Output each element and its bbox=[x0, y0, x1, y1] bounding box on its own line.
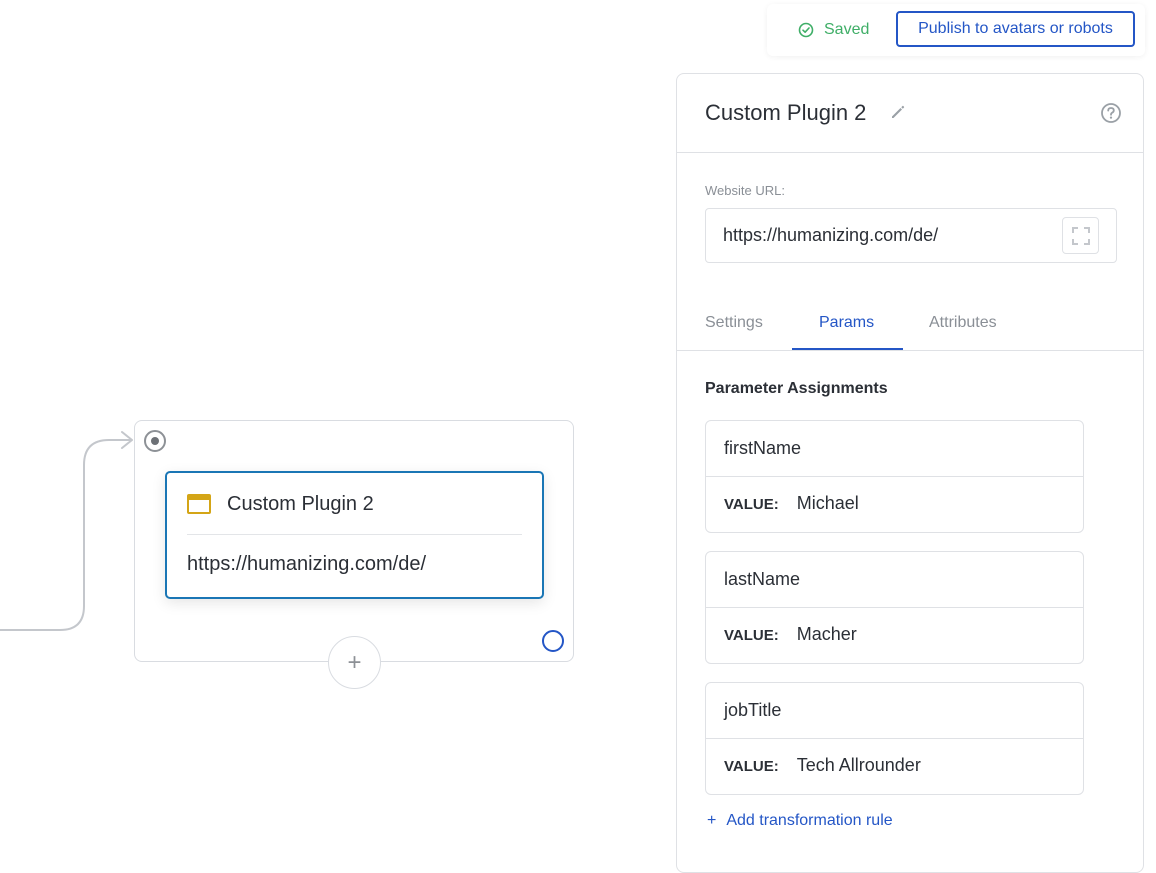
fullscreen-icon bbox=[1071, 226, 1090, 245]
add-rule-label: Add transformation rule bbox=[726, 812, 893, 829]
pencil-icon[interactable] bbox=[889, 103, 907, 121]
param-value-label: VALUE: bbox=[724, 758, 779, 775]
expand-button[interactable] bbox=[1062, 217, 1099, 254]
param-name: firstName bbox=[706, 421, 1083, 477]
panel-header: Custom Plugin 2 bbox=[677, 74, 1143, 153]
tab-params[interactable]: Params bbox=[819, 314, 874, 332]
panel-tabs: Settings Params Attributes bbox=[677, 299, 1143, 351]
website-url-label: Website URL: bbox=[705, 183, 785, 198]
param-value: Michael bbox=[796, 493, 859, 513]
top-status-bar: Saved Publish to avatars or robots bbox=[767, 4, 1145, 56]
section-title: Parameter Assignments bbox=[705, 380, 888, 397]
plus-icon: + bbox=[347, 648, 362, 676]
tab-attributes[interactable]: Attributes bbox=[929, 314, 997, 332]
website-url-value: https://humanizing.com/de/ bbox=[723, 225, 939, 245]
node-title: Custom Plugin 2 bbox=[227, 493, 374, 515]
plus-icon: + bbox=[707, 812, 717, 829]
param-card: lastName VALUE: Macher bbox=[705, 551, 1084, 664]
flow-node-frame: Custom Plugin 2 https://humanizing.com/d… bbox=[134, 420, 574, 689]
param-value-row[interactable]: VALUE: Macher bbox=[724, 624, 857, 645]
param-value: Macher bbox=[796, 624, 857, 644]
param-value-row[interactable]: VALUE: Michael bbox=[724, 493, 859, 514]
publish-button[interactable]: Publish to avatars or robots bbox=[896, 11, 1135, 47]
browser-window-icon bbox=[187, 494, 211, 514]
node-output-port[interactable] bbox=[542, 630, 564, 652]
add-node-button[interactable]: + bbox=[328, 636, 381, 689]
check-circle-icon bbox=[798, 22, 814, 38]
param-value-label: VALUE: bbox=[724, 496, 779, 513]
website-url-field[interactable]: https://humanizing.com/de/ bbox=[705, 208, 1117, 263]
param-name: jobTitle bbox=[706, 683, 1083, 739]
param-value-row[interactable]: VALUE: Tech Allrounder bbox=[724, 755, 921, 776]
custom-plugin-node[interactable]: Custom Plugin 2 https://humanizing.com/d… bbox=[165, 471, 544, 599]
node-card-header: Custom Plugin 2 bbox=[187, 491, 522, 535]
param-value-label: VALUE: bbox=[724, 627, 779, 644]
saved-label: Saved bbox=[824, 21, 870, 38]
panel-title: Custom Plugin 2 bbox=[705, 100, 867, 125]
saved-status: Saved bbox=[798, 21, 869, 39]
node-url: https://humanizing.com/de/ bbox=[187, 553, 427, 575]
param-card: firstName VALUE: Michael bbox=[705, 420, 1084, 533]
tab-settings[interactable]: Settings bbox=[705, 314, 763, 332]
flow-canvas: Saved Publish to avatars or robots Custo… bbox=[0, 0, 1156, 873]
flow-connector bbox=[0, 431, 133, 631]
properties-panel: Custom Plugin 2 Website URL: https://hum… bbox=[676, 73, 1144, 873]
add-transformation-rule-link[interactable]: + Add transformation rule bbox=[707, 812, 893, 830]
param-card: jobTitle VALUE: Tech Allrounder bbox=[705, 682, 1084, 795]
param-value: Tech Allrounder bbox=[796, 755, 921, 775]
active-tab-indicator bbox=[792, 348, 903, 350]
param-name: lastName bbox=[706, 552, 1083, 608]
node-input-port[interactable] bbox=[144, 430, 166, 452]
help-icon[interactable] bbox=[1100, 102, 1122, 124]
